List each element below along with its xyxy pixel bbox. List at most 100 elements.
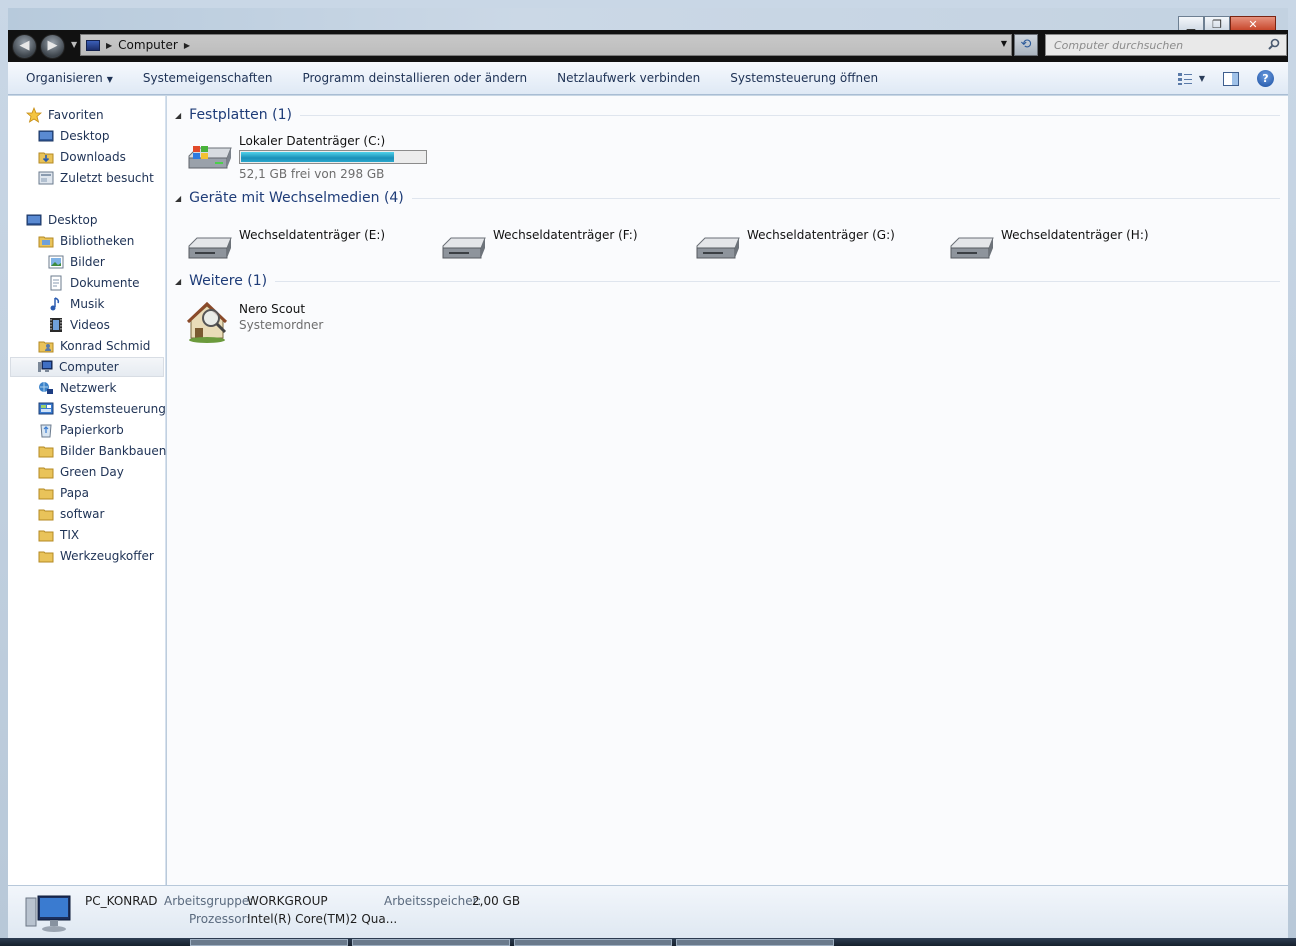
sidebar-item-label: Papierkorb bbox=[60, 423, 124, 437]
preview-pane-icon[interactable] bbox=[1223, 71, 1239, 86]
title-bar[interactable]: ▁ ❐ ✕ bbox=[8, 8, 1288, 34]
group-header-removable[interactable]: ◢ Geräte mit Wechselmedien (4) bbox=[175, 188, 1280, 208]
drive-name: Wechseldatenträger (G:) bbox=[747, 228, 895, 242]
sidebar-item-label: Bilder bbox=[70, 255, 105, 269]
recent-pages-dropdown[interactable]: ▼ bbox=[71, 40, 77, 49]
collapse-triangle-icon[interactable]: ◢ bbox=[175, 111, 181, 120]
sidebar-item-control-panel[interactable]: Systemsteuerung bbox=[38, 399, 166, 419]
uninstall-program-button[interactable]: Programm deinstallieren oder ändern bbox=[287, 71, 542, 85]
organize-button[interactable]: Organisieren ▼ bbox=[8, 71, 128, 85]
drive-tile-e[interactable]: Wechseldatenträger (E:) bbox=[185, 226, 385, 272]
divider bbox=[299, 114, 1280, 116]
sidebar-item-folder[interactable]: softwar bbox=[38, 504, 104, 524]
control-panel-icon bbox=[38, 402, 54, 415]
group-header-hard-drives[interactable]: ◢ Festplatten (1) bbox=[175, 105, 1280, 125]
sidebar-item-label: Musik bbox=[70, 297, 105, 311]
sidebar-item-label: Computer bbox=[59, 360, 119, 374]
help-button[interactable]: ? bbox=[1257, 70, 1274, 87]
sidebar-item-music[interactable]: Musik bbox=[48, 294, 105, 314]
drive-name: Wechseldatenträger (F:) bbox=[493, 228, 638, 242]
chevron-down-icon: ▼ bbox=[106, 75, 113, 84]
sidebar-item-label: Bilder Bankbauen bbox=[60, 444, 167, 458]
sidebar-item-label: Systemsteuerung bbox=[60, 402, 166, 416]
nero-scout-tile[interactable]: Nero Scout Systemordner bbox=[185, 298, 323, 344]
sidebar-item-downloads[interactable]: Downloads bbox=[38, 147, 126, 167]
workgroup-value: WORKGROUP bbox=[247, 894, 328, 908]
sidebar-item-network[interactable]: Netzwerk bbox=[38, 378, 116, 398]
view-options-chevron-icon[interactable]: ▼ bbox=[1199, 74, 1205, 83]
sidebar-item-folder[interactable]: Bilder Bankbauen bbox=[38, 441, 166, 461]
sidebar-item-recent[interactable]: Zuletzt besucht bbox=[38, 168, 154, 188]
breadcrumb-arrow-icon[interactable]: ▶ bbox=[106, 41, 112, 50]
collapse-triangle-icon[interactable]: ◢ bbox=[175, 277, 181, 286]
group-title: Festplatten (1) bbox=[189, 107, 292, 123]
drive-tile-f[interactable]: Wechseldatenträger (F:) bbox=[439, 226, 638, 272]
sidebar-item-label: softwar bbox=[60, 507, 105, 521]
sidebar-item-libraries[interactable]: Bibliotheken bbox=[38, 231, 134, 251]
sidebar-item-recycle-bin[interactable]: Papierkorb bbox=[38, 420, 124, 440]
taskbar-button[interactable] bbox=[514, 939, 672, 946]
group-title: Weitere (1) bbox=[189, 273, 268, 289]
taskbar-button[interactable] bbox=[352, 939, 510, 946]
computer-icon bbox=[38, 360, 53, 372]
sidebar-item-label: Dokumente bbox=[70, 276, 140, 290]
sidebar-item-desktop[interactable]: Desktop bbox=[26, 210, 98, 230]
computer-icon bbox=[86, 39, 100, 51]
sidebar-item-videos[interactable]: Videos bbox=[48, 315, 110, 335]
back-arrow-icon: ◀ bbox=[19, 38, 30, 53]
folder-icon bbox=[38, 509, 54, 521]
search-input[interactable] bbox=[1046, 35, 1261, 55]
drive-name: Wechseldatenträger (H:) bbox=[1001, 228, 1149, 242]
breadcrumb-arrow-icon[interactable]: ▶ bbox=[184, 41, 190, 50]
sidebar-item-desktop-favorite[interactable]: Desktop bbox=[38, 126, 110, 146]
star-icon bbox=[26, 107, 42, 123]
open-control-panel-button[interactable]: Systemsteuerung öffnen bbox=[715, 71, 893, 85]
sidebar-item-folder[interactable]: Green Day bbox=[38, 462, 124, 482]
sidebar-item-documents[interactable]: Dokumente bbox=[48, 273, 140, 293]
pictures-icon bbox=[48, 255, 64, 269]
navigation-bar: ◀ ▶ ▼ ▶ Computer ▶ ▼ ⟲ bbox=[8, 30, 1288, 62]
forward-arrow-icon: ▶ bbox=[47, 38, 58, 53]
drive-tile-c[interactable]: Lokaler Datenträger (C:) 52,1 GB frei vo… bbox=[185, 134, 427, 181]
collapse-triangle-icon[interactable]: ◢ bbox=[175, 194, 181, 203]
navigation-pane: Favoriten Desktop Downloads Zuletzt besu… bbox=[8, 96, 166, 885]
refresh-button[interactable]: ⟲ bbox=[1014, 34, 1038, 56]
computer-name: PC_KONRAD bbox=[85, 894, 158, 908]
workgroup-label: Arbeitsgruppe: bbox=[164, 894, 254, 908]
search-icon[interactable] bbox=[1268, 38, 1280, 50]
network-icon bbox=[39, 382, 53, 394]
command-bar: Organisieren ▼ Systemeigenschaften Progra… bbox=[8, 62, 1288, 95]
forward-button[interactable]: ▶ bbox=[40, 34, 65, 59]
divider bbox=[411, 197, 1280, 199]
drive-info: Lokaler Datenträger (C:) 52,1 GB frei vo… bbox=[239, 134, 427, 181]
sidebar-item-label: TIX bbox=[60, 528, 80, 542]
address-bar[interactable]: ▶ Computer ▶ ▼ bbox=[80, 34, 1012, 56]
back-button[interactable]: ◀ bbox=[12, 34, 37, 59]
taskbar-button[interactable] bbox=[190, 939, 348, 946]
sidebar-item-label: Bibliotheken bbox=[60, 234, 135, 248]
search-box bbox=[1045, 34, 1287, 56]
sidebar-item-konrad-schmid[interactable]: Konrad Schmid bbox=[38, 336, 150, 356]
drive-tile-h[interactable]: Wechseldatenträger (H:) bbox=[947, 226, 1149, 272]
taskbar-button[interactable] bbox=[676, 939, 834, 946]
map-network-drive-button[interactable]: Netzlaufwerk verbinden bbox=[542, 71, 715, 85]
folder-icon bbox=[38, 446, 54, 458]
system-properties-button[interactable]: Systemeigenschaften bbox=[128, 71, 288, 85]
item-name: Nero Scout bbox=[239, 302, 306, 316]
address-history-dropdown[interactable]: ▼ bbox=[1001, 39, 1007, 48]
group-header-other[interactable]: ◢ Weitere (1) bbox=[175, 271, 1280, 291]
change-view-icon[interactable] bbox=[1177, 72, 1193, 86]
sidebar-item-pictures[interactable]: Bilder bbox=[48, 252, 105, 272]
sidebar-item-computer[interactable]: Computer bbox=[10, 357, 164, 377]
downloads-folder-icon bbox=[38, 152, 54, 164]
sidebar-item-folder[interactable]: TIX bbox=[38, 525, 79, 545]
computer-icon bbox=[25, 895, 71, 932]
sidebar-item-folder[interactable]: Papa bbox=[38, 483, 89, 503]
drive-tile-g[interactable]: Wechseldatenträger (G:) bbox=[693, 226, 895, 272]
breadcrumb-computer[interactable]: Computer bbox=[118, 38, 178, 52]
processor-value: Intel(R) Core(TM)2 Qua... bbox=[247, 912, 398, 926]
sidebar-item-folder[interactable]: Werkzeugkoffer bbox=[38, 546, 154, 566]
sidebar-item-favorites[interactable]: Favoriten bbox=[26, 105, 104, 125]
user-folder-icon bbox=[38, 341, 54, 353]
content-pane: ◢ Festplatten (1) Lokaler Datenträger (C… bbox=[167, 96, 1288, 885]
